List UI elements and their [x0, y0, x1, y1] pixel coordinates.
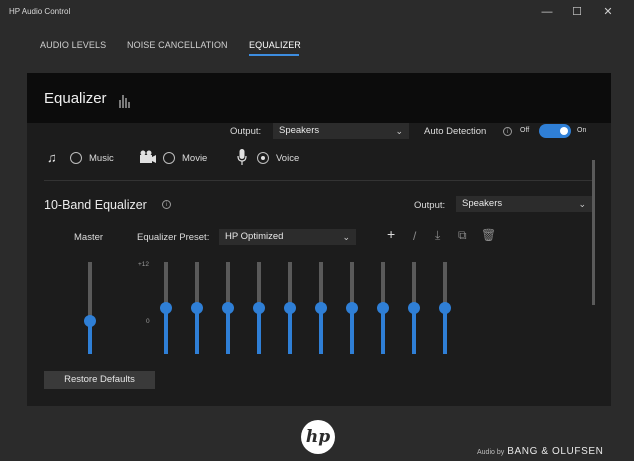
- page-title: Equalizer: [44, 90, 107, 107]
- voice-label[interactable]: Voice: [276, 153, 299, 164]
- tab-equalizer[interactable]: EQUALIZER: [249, 40, 301, 50]
- slider-fill: [288, 308, 292, 354]
- tab-bar: AUDIO LEVELS NOISE CANCELLATION EQUALIZE…: [0, 34, 634, 60]
- delete-icon[interactable]: 🗑: [481, 228, 496, 242]
- restore-defaults-button[interactable]: Restore Defaults: [44, 371, 155, 389]
- close-button[interactable]: ✕: [599, 4, 617, 20]
- output-select-value: Speakers: [279, 125, 320, 136]
- scrollbar[interactable]: [592, 160, 595, 305]
- audio-by-label: Audio by: [477, 449, 505, 456]
- maximize-button[interactable]: ☐: [568, 4, 586, 20]
- audio-by-credit: Audio by BANG & OLUFSEN: [477, 446, 603, 457]
- hp-logo: hp: [301, 420, 335, 454]
- band-slider-1[interactable]: [158, 262, 174, 354]
- toggle-off-label: Off: [520, 127, 530, 134]
- slider-thumb[interactable]: [191, 302, 203, 314]
- band-slider-9[interactable]: [406, 262, 422, 354]
- panel-header: Equalizer: [27, 73, 611, 123]
- chevron-down-icon: ⌄: [395, 126, 403, 136]
- title-bar: HP Audio Control — ☐ ✕: [0, 0, 634, 26]
- slider-fill: [257, 308, 261, 354]
- master-label: Master: [74, 232, 104, 243]
- band-slider-7[interactable]: [344, 262, 360, 354]
- scale-mid-label: 0: [146, 318, 150, 325]
- slider-fill: [226, 308, 230, 354]
- music-radio[interactable]: [70, 152, 82, 164]
- movie-radio[interactable]: [163, 152, 175, 164]
- tab-noise-cancellation[interactable]: NOISE CANCELLATION: [127, 40, 228, 50]
- output-label: Output:: [230, 126, 262, 137]
- section-divider: [44, 180, 592, 181]
- slider-fill: [381, 308, 385, 354]
- toggle-knob: [560, 127, 568, 135]
- toggle-on-label: On: [577, 127, 587, 134]
- movie-camera-icon: [140, 150, 156, 163]
- band-slider-4[interactable]: [251, 262, 267, 354]
- voice-radio[interactable]: [257, 152, 269, 164]
- output-select[interactable]: Speakers ⌄: [273, 123, 409, 139]
- band-slider-10[interactable]: [437, 262, 453, 354]
- window-title: HP Audio Control: [9, 7, 71, 16]
- band-output-select[interactable]: Speakers ⌄: [456, 196, 592, 212]
- band-slider-3[interactable]: [220, 262, 236, 354]
- band-slider-8[interactable]: [375, 262, 391, 354]
- band-output-label: Output:: [414, 200, 446, 211]
- equalizer-panel: Equalizer Output: Speakers ⌄ Auto Detect…: [27, 73, 611, 406]
- band-slider-6[interactable]: [313, 262, 329, 354]
- tab-audio-levels[interactable]: AUDIO LEVELS: [40, 40, 106, 50]
- slider-track: [88, 262, 92, 321]
- master-slider[interactable]: [82, 262, 98, 354]
- slider-thumb[interactable]: [253, 302, 265, 314]
- preset-label: Equalizer Preset:: [137, 232, 210, 243]
- slider-thumb[interactable]: [160, 302, 172, 314]
- band-slider-5[interactable]: [282, 262, 298, 354]
- preset-select-value: HP Optimized: [225, 231, 284, 242]
- slider-fill: [319, 308, 323, 354]
- band-slider-2[interactable]: [189, 262, 205, 354]
- add-icon[interactable]: +: [387, 226, 395, 242]
- auto-detection-label: Auto Detection: [424, 126, 487, 137]
- info-icon[interactable]: i: [503, 127, 512, 136]
- band-equalizer-title: 10-Band Equalizer: [44, 198, 147, 212]
- slider-fill: [350, 308, 354, 354]
- slider-thumb[interactable]: [346, 302, 358, 314]
- slider-thumb[interactable]: [284, 302, 296, 314]
- slider-thumb[interactable]: [377, 302, 389, 314]
- preset-select[interactable]: HP Optimized ⌄: [219, 229, 356, 245]
- scale-top-label: +12: [138, 261, 150, 268]
- slider-thumb[interactable]: [408, 302, 420, 314]
- slider-fill: [443, 308, 447, 354]
- download-icon[interactable]: ⤓: [435, 228, 440, 243]
- slider-thumb[interactable]: [439, 302, 451, 314]
- chevron-down-icon: ⌄: [342, 232, 350, 242]
- auto-detection-toggle[interactable]: [539, 124, 571, 138]
- movie-label[interactable]: Movie: [182, 153, 207, 164]
- copy-icon[interactable]: ⧉: [458, 228, 467, 243]
- slider-fill: [195, 308, 199, 354]
- music-label[interactable]: Music: [89, 153, 114, 164]
- minimize-button[interactable]: —: [538, 4, 556, 20]
- microphone-icon: [237, 149, 247, 165]
- band-info-icon[interactable]: i: [162, 200, 171, 209]
- active-tab-indicator: [249, 54, 299, 56]
- slider-thumb[interactable]: [315, 302, 327, 314]
- slider-fill: [164, 308, 168, 354]
- slider-thumb[interactable]: [222, 302, 234, 314]
- slider-thumb[interactable]: [84, 315, 96, 327]
- edit-icon[interactable]: /: [413, 229, 416, 243]
- slider-fill: [412, 308, 416, 354]
- band-output-select-value: Speakers: [462, 198, 503, 209]
- brand-name: BANG & OLUFSEN: [507, 446, 604, 457]
- chevron-down-icon: ⌄: [578, 199, 586, 209]
- equalizer-bars-icon: [119, 90, 131, 108]
- music-note-icon: ♫: [47, 150, 57, 165]
